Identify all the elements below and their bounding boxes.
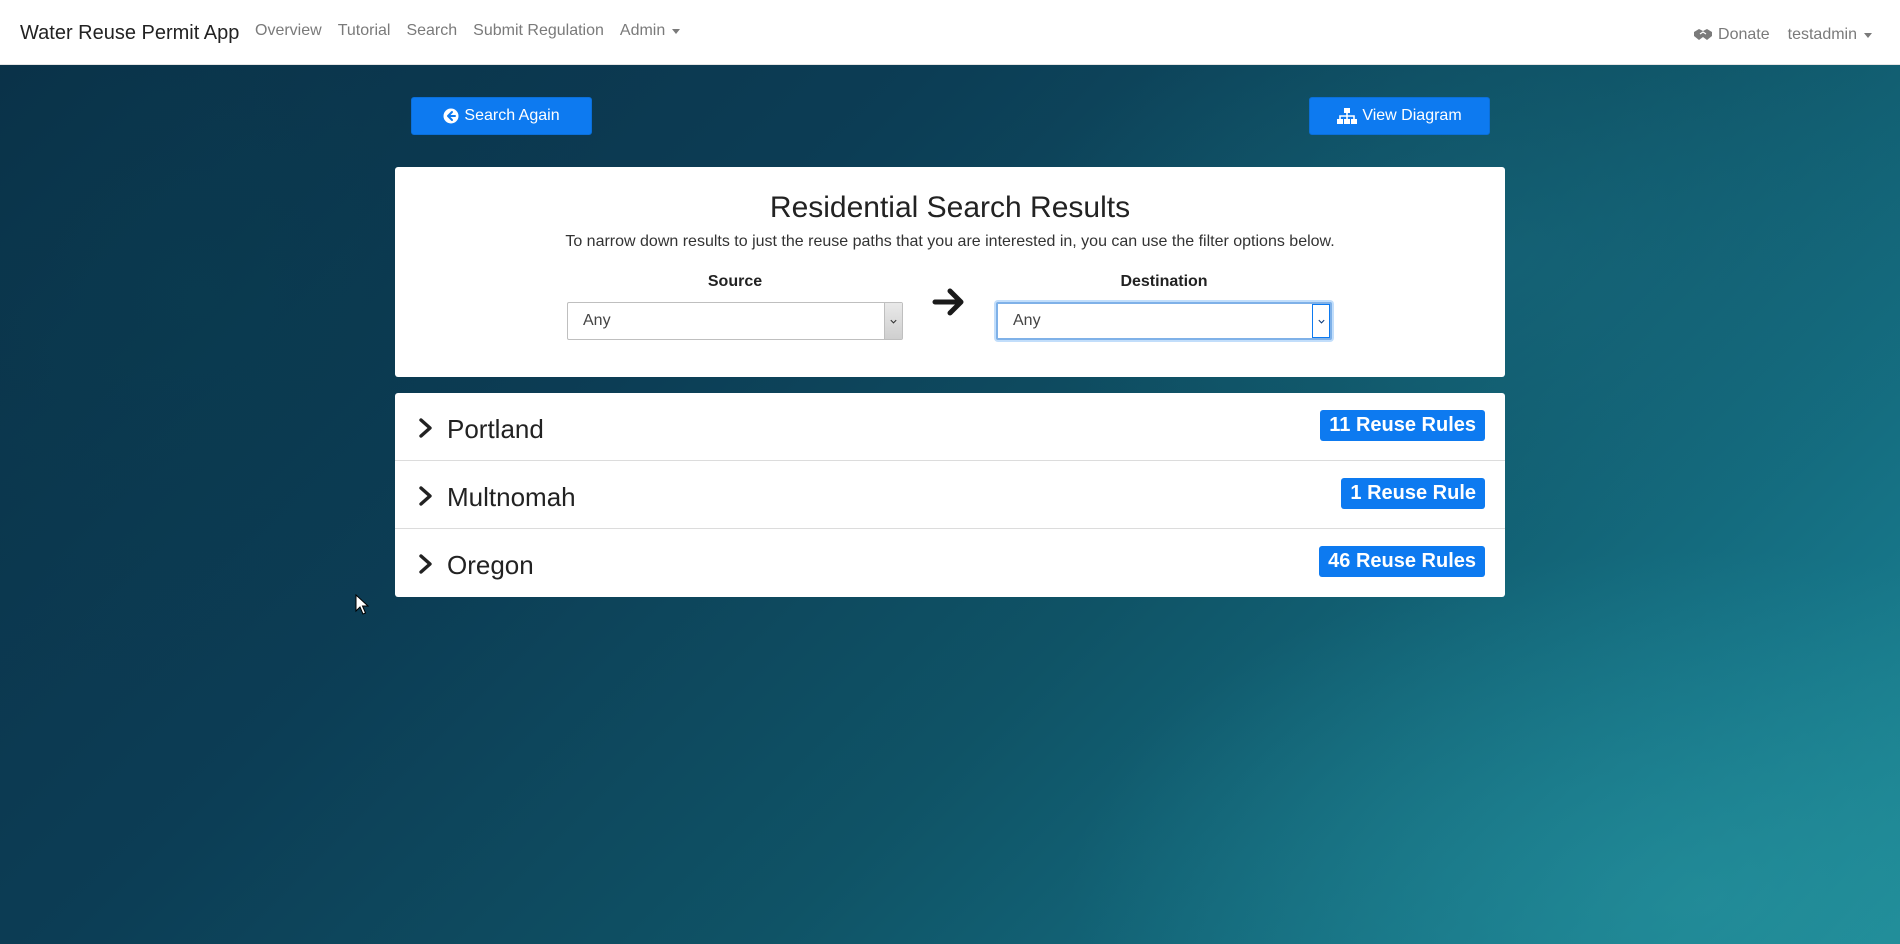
arrow-circle-left-icon [443,108,459,124]
destination-label: Destination [1120,273,1208,290]
handshake-icon [1694,29,1713,40]
source-label: Source [707,273,763,290]
location-name: Multnomah [447,482,576,512]
location-row-multnomah[interactable]: Multnomah 1 Reuse Rule [395,461,1505,529]
reuse-rules-badge: 46 Reuse Rules [1319,546,1485,577]
nav-admin-dropdown[interactable]: Admin [619,22,681,40]
nav-admin-label: Admin [619,22,666,39]
chevron-down-icon [884,303,902,339]
app-brand[interactable]: Water Reuse Permit App [20,22,239,45]
chevron-right-icon [419,554,432,574]
location-name: Oregon [447,550,534,580]
search-again-button[interactable]: Search Again [411,97,592,135]
location-row-oregon[interactable]: Oregon 46 Reuse Rules [395,529,1505,597]
nav-right: Donate testadmin [1675,26,1872,44]
page-title: Residential Search Results [769,191,1131,224]
destination-select[interactable]: Any [996,302,1332,340]
nav-donate[interactable]: Donate [1693,26,1770,44]
search-again-label: Search Again [464,107,560,124]
sitemap-icon [1337,108,1358,124]
locations-accordion: Portland 11 Reuse Rules Multnomah 1 Reus… [395,393,1505,597]
user-name: testadmin [1787,26,1857,43]
search-results-card: Residential Search Results To narrow dow… [395,167,1505,377]
reuse-rules-badge: 11 Reuse Rules [1320,410,1485,441]
filter-description: To narrow down results to just the reuse… [565,233,1335,250]
arrow-right-icon [932,288,964,316]
source-select[interactable]: Any [567,302,903,340]
nav-submit-regulation[interactable]: Submit Regulation [473,22,604,40]
destination-select-value: Any [1013,312,1041,329]
chevron-right-icon [419,486,432,506]
chevron-down-icon [1312,304,1330,338]
location-row-portland[interactable]: Portland 11 Reuse Rules [395,393,1505,461]
donate-label: Donate [1718,26,1770,43]
mouse-cursor-icon [355,594,369,615]
view-diagram-button[interactable]: View Diagram [1309,97,1490,135]
reuse-rules-badge: 1 Reuse Rule [1341,478,1485,509]
nav-search[interactable]: Search [406,22,457,40]
caret-down-icon [1864,32,1872,38]
nav-user-dropdown[interactable]: testadmin [1788,26,1872,44]
nav-tutorial[interactable]: Tutorial [338,22,391,40]
nav-overview[interactable]: Overview [255,22,322,40]
top-navbar: Water Reuse Permit App Overview Tutorial… [0,0,1900,65]
view-diagram-label: View Diagram [1362,107,1462,124]
source-select-value: Any [583,312,611,329]
location-name: Portland [447,414,544,444]
caret-down-icon [672,28,681,34]
chevron-right-icon [419,418,432,438]
nav-links: Overview Tutorial Search Submit Regulati… [255,22,696,40]
